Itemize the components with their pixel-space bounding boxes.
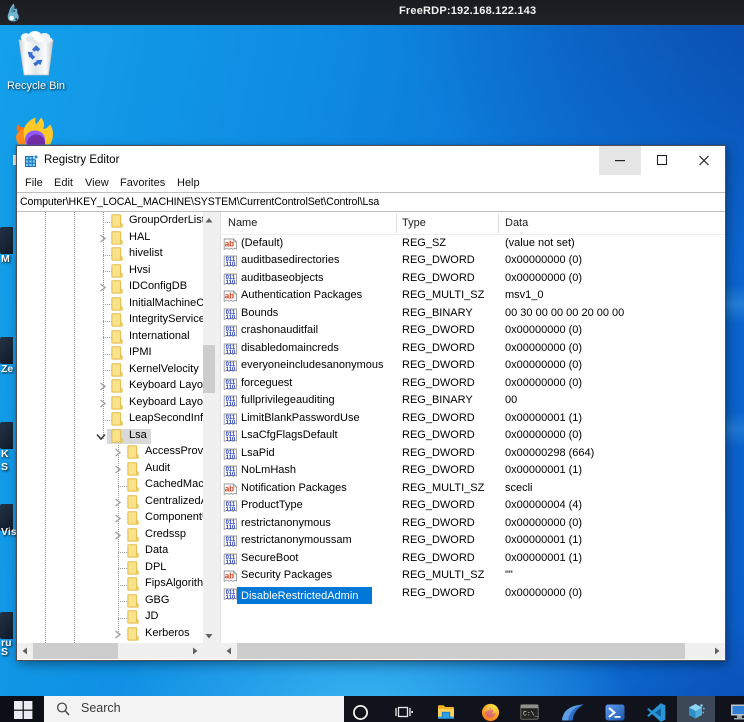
svg-text:110: 110 xyxy=(226,593,236,600)
svg-text:110: 110 xyxy=(226,261,236,268)
svg-text:ab: ab xyxy=(225,484,234,493)
svg-text:110: 110 xyxy=(226,348,236,355)
svg-text:110: 110 xyxy=(226,418,236,425)
svg-text:110: 110 xyxy=(226,313,236,320)
svg-text:110: 110 xyxy=(226,436,236,443)
svg-text:110: 110 xyxy=(226,523,236,530)
svg-text:C:\_: C:\_ xyxy=(523,711,539,718)
svg-text:ab: ab xyxy=(225,239,234,248)
svg-text:110: 110 xyxy=(226,471,236,478)
svg-text:ab: ab xyxy=(225,572,234,581)
svg-text:110: 110 xyxy=(226,558,236,565)
svg-text:110: 110 xyxy=(226,331,236,338)
svg-text:110: 110 xyxy=(226,401,236,408)
svg-text:ab: ab xyxy=(225,292,234,301)
svg-text:110: 110 xyxy=(226,506,236,513)
svg-text:110: 110 xyxy=(226,278,236,285)
svg-text:110: 110 xyxy=(226,541,236,548)
svg-text:110: 110 xyxy=(226,453,236,460)
svg-text:110: 110 xyxy=(226,366,236,373)
svg-text:110: 110 xyxy=(226,383,236,390)
